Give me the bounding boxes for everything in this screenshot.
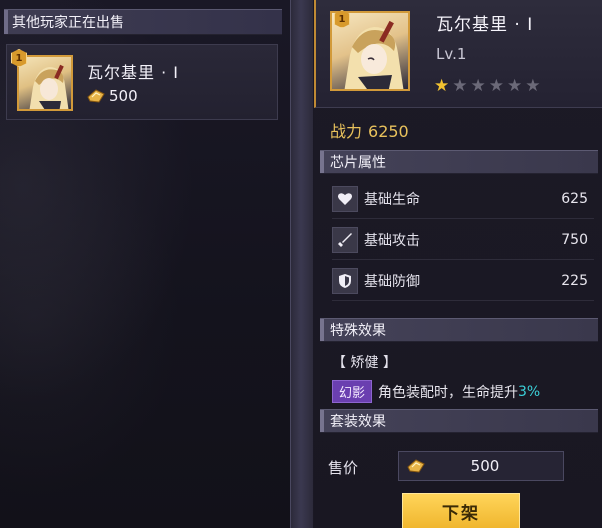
effect-percent: 3% <box>518 383 541 400</box>
star-icon: ★ <box>488 76 504 96</box>
market-header: 其他玩家正在出售 <box>4 9 282 35</box>
stat-label: 基础防御 <box>364 273 420 290</box>
stat-row-hp: 基础生命 625 <box>332 179 594 219</box>
listing-name: 瓦尔基里 · Ⅰ <box>87 63 179 82</box>
stat-value: 625 <box>561 190 588 207</box>
chip-attributes-section: 芯片属性 <box>320 150 598 174</box>
special-effect-name: 【 矫健 】 <box>332 355 397 371</box>
stat-value: 750 <box>561 231 588 248</box>
panel-divider <box>290 0 314 528</box>
sale-price-value: 500 <box>470 457 500 475</box>
star-icon: ★ <box>470 76 486 96</box>
currency-icon <box>407 458 425 474</box>
listing-card[interactable]: 1 瓦尔基里 · Ⅰ 500 <box>6 44 278 120</box>
star-rating: ★ ★ ★ ★ ★ ★ <box>434 78 541 95</box>
special-effect-line: 幻影 角色装配时，生命提升 3% <box>332 380 540 403</box>
heart-icon <box>332 185 358 212</box>
star-icon: ★ <box>434 76 450 96</box>
stat-value: 225 <box>561 272 588 289</box>
effect-text: 角色装配时，生命提升 <box>378 384 519 401</box>
listing-price: 500 <box>87 87 138 105</box>
special-effect-section: 特殊效果 <box>320 318 598 342</box>
star-icon: ★ <box>507 76 523 96</box>
stat-label: 基础攻击 <box>364 232 420 249</box>
sale-price-field[interactable]: 500 <box>398 451 564 481</box>
chip-level: Lv.1 <box>436 45 467 63</box>
star-icon: ★ <box>525 76 541 96</box>
power-label: 战力 <box>330 122 363 141</box>
sword-icon <box>332 226 358 253</box>
stat-row-attack: 基础攻击 750 <box>332 220 594 260</box>
listing-price-value: 500 <box>109 87 138 105</box>
stat-label: 基础生命 <box>364 191 420 208</box>
chip-name: 瓦尔基里 · Ⅰ <box>436 15 534 35</box>
shield-icon <box>332 267 358 294</box>
market-listing-panel: 其他玩家正在出售 1 瓦尔基里 · Ⅰ 500 <box>0 0 290 528</box>
star-icon: ★ <box>452 76 468 96</box>
power-value: 6250 <box>368 122 409 141</box>
combat-power: 战力 6250 <box>330 118 409 142</box>
effect-tag: 幻影 <box>332 380 373 403</box>
stat-row-defense: 基础防御 225 <box>332 261 594 301</box>
currency-icon <box>87 88 105 104</box>
sale-price-label: 售价 <box>328 459 359 477</box>
unlist-button[interactable]: 下架 <box>402 493 520 528</box>
set-effect-section: 套装效果 <box>320 409 598 433</box>
